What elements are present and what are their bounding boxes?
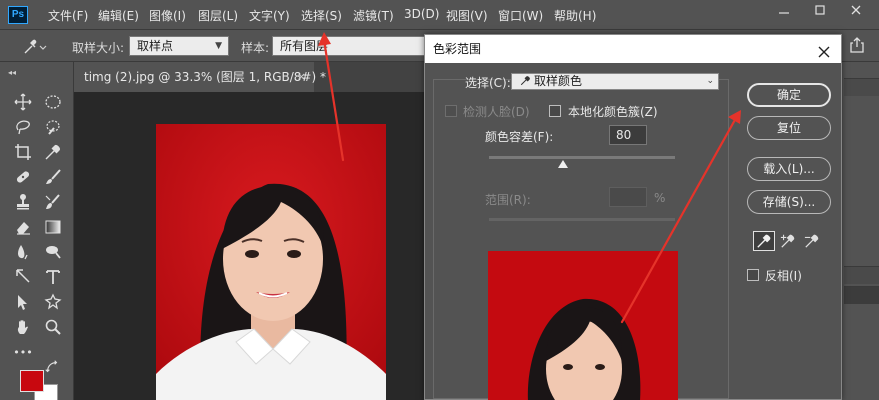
panel-header[interactable] — [844, 286, 879, 304]
close-icon[interactable]: × — [297, 62, 306, 92]
eyedropper-icon — [520, 76, 530, 86]
detect-faces-checkbox[interactable] — [445, 105, 457, 117]
swap-colors-icon[interactable] — [44, 360, 60, 374]
localized-clusters-label: 本地化颜色簇(Z) — [568, 105, 658, 119]
select-dropdown[interactable]: 取样颜色 ⌄ — [511, 73, 719, 90]
type-tool-icon[interactable] — [42, 267, 64, 287]
right-panels — [842, 62, 879, 400]
collapse-panel-icon[interactable]: ◂◂ — [8, 68, 16, 77]
restore-icon[interactable] — [812, 4, 828, 18]
blur-tool-icon[interactable] — [12, 242, 34, 262]
fuzziness-slider-thumb[interactable] — [558, 160, 569, 168]
menu-layer[interactable]: 图层(L) — [198, 7, 238, 24]
share-icon[interactable] — [848, 36, 866, 54]
gradient-tool-icon[interactable] — [42, 217, 64, 237]
move-tool-icon[interactable] — [12, 92, 34, 112]
eraser-tool-icon[interactable] — [12, 217, 34, 237]
custom-shape-tool-icon[interactable] — [42, 292, 64, 312]
menu-type[interactable]: 文字(Y) — [249, 7, 290, 24]
menu-filter[interactable]: 滤镜(T) — [353, 7, 394, 24]
panel-header[interactable] — [844, 266, 879, 284]
sample-size-value: 取样点 — [137, 39, 174, 53]
menu-edit[interactable]: 编辑(E) — [98, 7, 139, 24]
range-input — [609, 187, 647, 207]
sample-label: 样本: — [241, 41, 270, 55]
lasso-tool-icon[interactable] — [12, 117, 34, 137]
range-slider-track — [489, 218, 675, 221]
document-photo — [156, 124, 386, 400]
photoshop-window: Ps 文件(F) 编辑(E) 图像(I) 图层(L) 文字(Y) 选择(S) 滤… — [0, 0, 879, 400]
dialog-title-bar[interactable]: 色彩范围 — [425, 35, 841, 63]
chevron-down-icon: ⌄ — [706, 76, 714, 86]
close-icon[interactable] — [817, 41, 831, 58]
menu-help[interactable]: 帮助(H) — [554, 7, 596, 24]
fuzziness-input[interactable]: 80 — [609, 125, 647, 145]
select-label: 选择(C): — [465, 76, 511, 90]
portrait-image — [156, 124, 386, 400]
menu-bar: Ps 文件(F) 编辑(E) 图像(I) 图层(L) 文字(Y) 选择(S) 滤… — [0, 0, 879, 30]
range-unit: % — [654, 191, 666, 205]
fuzziness-label: 颜色容差(F): — [485, 130, 554, 144]
eyedropper-tool-icon[interactable] — [753, 231, 775, 251]
brush-tool-icon[interactable] — [42, 167, 64, 187]
document-tab[interactable]: timg (2).jpg @ 33.3% (图层 1, RGB/8#) * × — [74, 62, 326, 92]
select-value: 取样颜色 — [534, 74, 583, 88]
menu-view[interactable]: 视图(V) — [446, 7, 488, 24]
crop-tool-icon[interactable] — [12, 142, 34, 162]
color-range-dialog: 色彩范围 选择(C): 取样颜色 ⌄ 检测人脸(D) 本地化颜色簇(Z) 颜色容… — [424, 34, 842, 400]
add-to-sample-eyedropper-icon[interactable] — [777, 231, 799, 251]
pen-tool-icon[interactable] — [12, 267, 34, 287]
eyedropper-preset-icon[interactable] — [22, 38, 47, 56]
invert-checkbox[interactable] — [747, 269, 759, 281]
more-tools-icon[interactable]: ••• — [12, 342, 34, 362]
canvas-area[interactable] — [74, 92, 434, 400]
fuzziness-slider-track[interactable] — [489, 156, 675, 159]
panel-header[interactable] — [844, 78, 879, 96]
sample-size-label: 取样大小: — [72, 41, 125, 55]
sample-select[interactable]: 所有图层 — [272, 36, 426, 56]
close-window-icon[interactable] — [848, 4, 864, 18]
menu-window[interactable]: 窗口(W) — [498, 7, 543, 24]
dodge-tool-icon[interactable] — [42, 242, 64, 262]
photoshop-logo: Ps — [8, 6, 28, 24]
elliptical-marquee-tool-icon[interactable] — [42, 92, 64, 112]
load-button[interactable]: 载入(L)... — [747, 157, 831, 181]
detect-faces-label: 检测人脸(D) — [463, 105, 530, 119]
ok-button[interactable]: 确定 — [747, 83, 831, 107]
range-label: 范围(R): — [485, 193, 531, 207]
zoom-tool-icon[interactable] — [42, 317, 64, 337]
dialog-title: 色彩范围 — [433, 42, 482, 56]
document-tab-title: timg (2).jpg @ 33.3% (图层 1, RGB/8#) * — [84, 70, 326, 84]
save-button[interactable]: 存储(S)... — [747, 190, 831, 214]
hand-tool-icon[interactable] — [12, 317, 34, 337]
localized-clusters-checkbox[interactable] — [549, 105, 561, 117]
history-brush-tool-icon[interactable] — [42, 192, 64, 212]
chevron-down-icon: ▼ — [215, 41, 222, 51]
reset-button[interactable]: 复位 — [747, 116, 831, 140]
menu-3d[interactable]: 3D(D) — [404, 7, 439, 21]
selection-preview[interactable] — [488, 251, 678, 400]
path-selection-tool-icon[interactable] — [12, 292, 34, 312]
minimize-icon[interactable] — [776, 4, 792, 18]
eyedropper-tool-icon[interactable] — [42, 142, 64, 162]
quick-selection-tool-icon[interactable] — [42, 117, 64, 137]
menu-file[interactable]: 文件(F) — [48, 7, 88, 24]
subtract-from-sample-eyedropper-icon[interactable] — [801, 231, 823, 251]
menu-select[interactable]: 选择(S) — [301, 7, 342, 24]
clone-stamp-tool-icon[interactable] — [12, 192, 34, 212]
invert-label: 反相(I) — [765, 269, 802, 283]
sample-value: 所有图层 — [280, 39, 329, 53]
healing-brush-tool-icon[interactable] — [12, 167, 34, 187]
foreground-color-swatch[interactable] — [20, 370, 44, 392]
menu-image[interactable]: 图像(I) — [149, 7, 186, 24]
preview-image — [488, 251, 678, 400]
sample-size-select[interactable]: 取样点 ▼ — [129, 36, 229, 56]
